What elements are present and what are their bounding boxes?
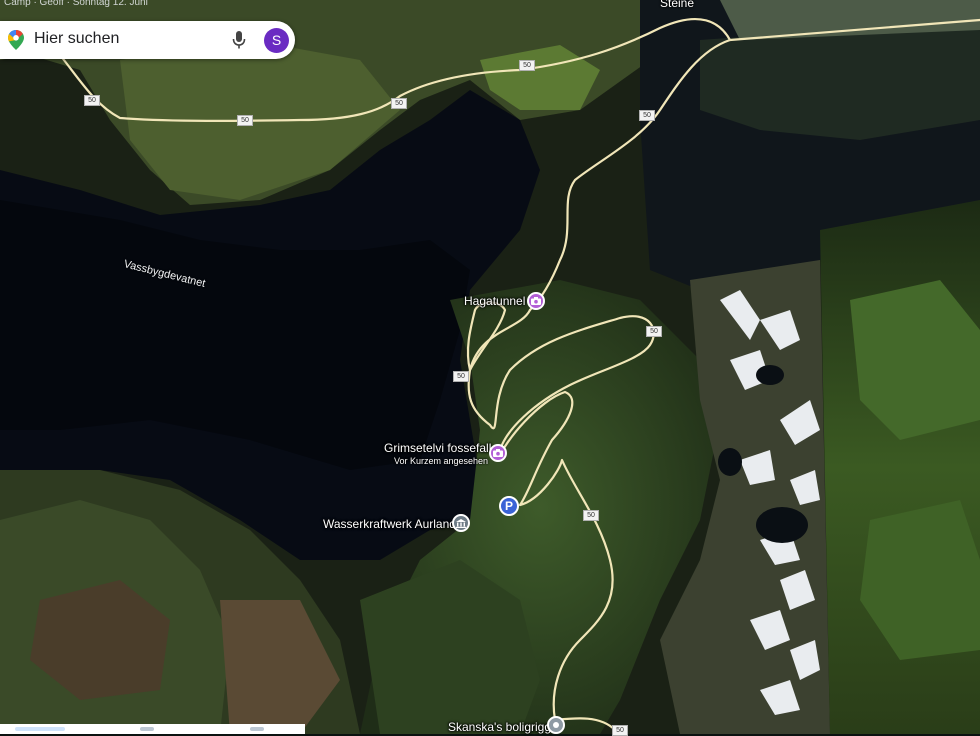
road-shield-50: 50 (453, 371, 469, 382)
poi-label-grimsetelvi[interactable]: Grimsetelvi fossefall (384, 441, 491, 455)
top-status-text: Camp · Geöff · Sonntag 12. Juni (4, 0, 148, 8)
road-shield-50: 50 (84, 95, 100, 106)
account-avatar[interactable]: S (264, 28, 289, 53)
road-shield-50: 50 (583, 510, 599, 521)
tab-explore[interactable] (15, 727, 65, 731)
tab-saved[interactable] (140, 727, 154, 731)
search-input[interactable]: Hier suchen (34, 30, 119, 48)
road-shield-50: 50 (646, 326, 662, 337)
poi-sublabel-recently-viewed: Vor Kurzem angesehen (394, 456, 489, 466)
place-icon[interactable] (547, 716, 565, 734)
poi-label-skanska[interactable]: Skanska's boligrigg (448, 720, 551, 734)
camera-icon[interactable] (527, 292, 545, 310)
poi-label-hagatunnel[interactable]: Hagatunnel (464, 294, 525, 308)
camera-icon[interactable] (489, 444, 507, 462)
road-shield-50: 50 (237, 115, 253, 126)
poi-label-wasserkraftwerk[interactable]: Wasserkraftwerk Aurland (323, 517, 456, 531)
bottom-navigation-bar[interactable] (0, 724, 305, 734)
town-label[interactable]: Steine (660, 0, 694, 10)
road-shield-50: 50 (639, 110, 655, 121)
road-shield-50: 50 (519, 60, 535, 71)
microphone-icon[interactable] (231, 30, 247, 50)
road-shield-50: 50 (612, 725, 628, 736)
parking-icon[interactable]: P (499, 496, 519, 516)
road-shield-50: 50 (391, 98, 407, 109)
tab-contribute[interactable] (250, 727, 264, 731)
search-bar[interactable]: Hier suchen S (0, 21, 295, 59)
satellite-map[interactable] (0, 0, 980, 734)
government-building-icon[interactable] (452, 514, 470, 532)
google-maps-logo-icon (8, 30, 24, 50)
